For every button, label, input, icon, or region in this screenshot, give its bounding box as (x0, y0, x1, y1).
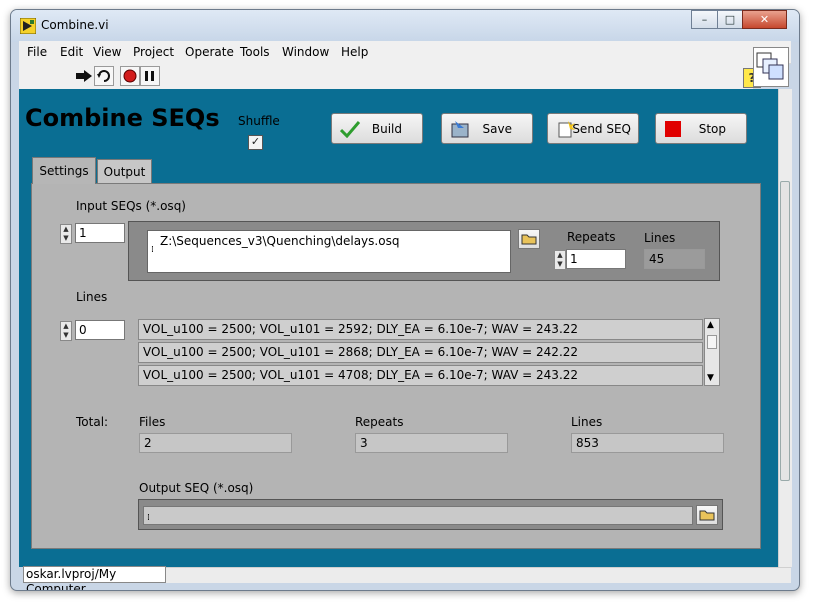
shuffle-checkbox[interactable]: ✓ (248, 135, 263, 150)
title-bar: Combine.vi – □ ✕ (11, 10, 799, 42)
stop-button[interactable]: Stop (655, 113, 747, 144)
lines-scrollbar[interactable]: ▲ ▼ (704, 318, 720, 386)
lines-list-label: Lines (76, 290, 108, 304)
folder-icon (699, 510, 715, 521)
line-row[interactable]: VOL_u100 = 2500; VOL_u101 = 4708; DLY_EA… (138, 365, 703, 386)
output-browse-button[interactable] (696, 505, 718, 525)
menu-edit[interactable]: Edit (60, 45, 83, 59)
vertical-scrollbar[interactable] (778, 89, 792, 567)
vi-icon (756, 52, 784, 80)
input-path-text: Z:\Sequences_v3\Quenching\delays.osq (160, 234, 400, 248)
input-browse-button[interactable] (518, 229, 540, 249)
input-index-field[interactable]: 1 (75, 223, 125, 243)
save-label: Save (482, 122, 512, 136)
window-title: Combine.vi (41, 18, 109, 32)
files-label: Files (139, 415, 166, 429)
input-seqs-label: Input SEQs (*.osq) (76, 199, 186, 213)
run-arrow-icon (76, 70, 92, 82)
menu-help[interactable]: Help (341, 45, 368, 59)
output-seq-label: Output SEQ (*.osq) (139, 481, 254, 495)
lines-scroll-thumb[interactable] (707, 335, 717, 349)
menu-file[interactable]: File (27, 45, 47, 59)
minimize-button[interactable]: – (691, 10, 718, 29)
build-button[interactable]: Build (331, 113, 423, 144)
line-row[interactable]: VOL_u100 = 2500; VOL_u101 = 2592; DLY_EA… (138, 319, 703, 340)
total-lines-label: Lines (571, 415, 603, 429)
send-seq-label: Send SEQ (572, 122, 631, 136)
folder-icon (521, 234, 537, 245)
build-label: Build (371, 122, 402, 136)
close-icon: ✕ (759, 13, 770, 26)
input-index-spinner[interactable]: ▲ ▼ (60, 224, 72, 244)
input-path-field[interactable]: ⁞ Z:\Sequences_v3\Quenching\delays.osq (147, 230, 511, 273)
run-continuously-button[interactable] (94, 66, 114, 86)
pause-icon (145, 71, 154, 81)
shuffle-label: Shuffle (238, 114, 280, 128)
minimize-icon: – (701, 13, 708, 26)
lines-index-spinner[interactable]: ▲ ▼ (60, 321, 72, 341)
tab-settings[interactable]: Settings (32, 157, 96, 184)
run-continuously-icon (97, 70, 110, 82)
pause-button[interactable] (140, 66, 160, 86)
lines-count-indicator: 45 (644, 249, 705, 269)
abort-button[interactable] (120, 66, 140, 86)
scroll-down-icon[interactable]: ▼ (707, 373, 714, 383)
files-indicator: 2 (139, 433, 292, 453)
total-lines-indicator: 853 (571, 433, 724, 453)
repeats-field[interactable]: 1 (566, 249, 626, 269)
horizontal-scrollbar[interactable] (166, 567, 791, 583)
menu-tools[interactable]: Tools (240, 45, 270, 59)
app-title: Combine SEQs (25, 104, 220, 132)
stop-label: Stop (698, 122, 726, 136)
menu-bar: File Edit View Project Operate Tools Win… (19, 41, 791, 64)
total-repeats-indicator: 3 (355, 433, 508, 453)
path-type-icon: ⁞ (147, 513, 150, 523)
abort-icon (123, 69, 137, 83)
maximize-icon: □ (724, 13, 736, 26)
menu-view[interactable]: View (93, 45, 121, 59)
toolbar: ? (19, 63, 761, 90)
menu-project[interactable]: Project (133, 45, 174, 59)
menu-operate[interactable]: Operate (185, 45, 234, 59)
vi-connector-icon (753, 47, 789, 87)
close-button[interactable]: ✕ (742, 10, 787, 29)
vertical-scroll-thumb[interactable] (780, 181, 790, 481)
lines-count-label: Lines (644, 231, 676, 245)
line-row[interactable]: VOL_u100 = 2500; VOL_u101 = 2868; DLY_EA… (138, 342, 703, 363)
menu-window[interactable]: Window (282, 45, 329, 59)
total-repeats-label: Repeats (355, 415, 404, 429)
send-seq-button[interactable]: Send SEQ (547, 113, 639, 144)
maximize-button[interactable]: □ (717, 10, 743, 29)
repeats-spinner[interactable]: ▲ ▼ (554, 250, 566, 270)
total-label: Total: (76, 415, 109, 429)
context-status: oskar.lvproj/My Computer (23, 566, 166, 590)
lines-index-field[interactable]: 0 (75, 320, 125, 340)
path-type-icon: ⁞ (151, 245, 154, 255)
labview-app-icon (20, 18, 36, 34)
tab-output[interactable]: Output (97, 159, 152, 184)
output-path-field[interactable]: ⁞ (143, 506, 693, 525)
scroll-up-icon[interactable]: ▲ (707, 320, 714, 330)
run-button[interactable] (74, 66, 94, 86)
repeats-label: Repeats (567, 230, 616, 244)
save-button[interactable]: Save (441, 113, 533, 144)
